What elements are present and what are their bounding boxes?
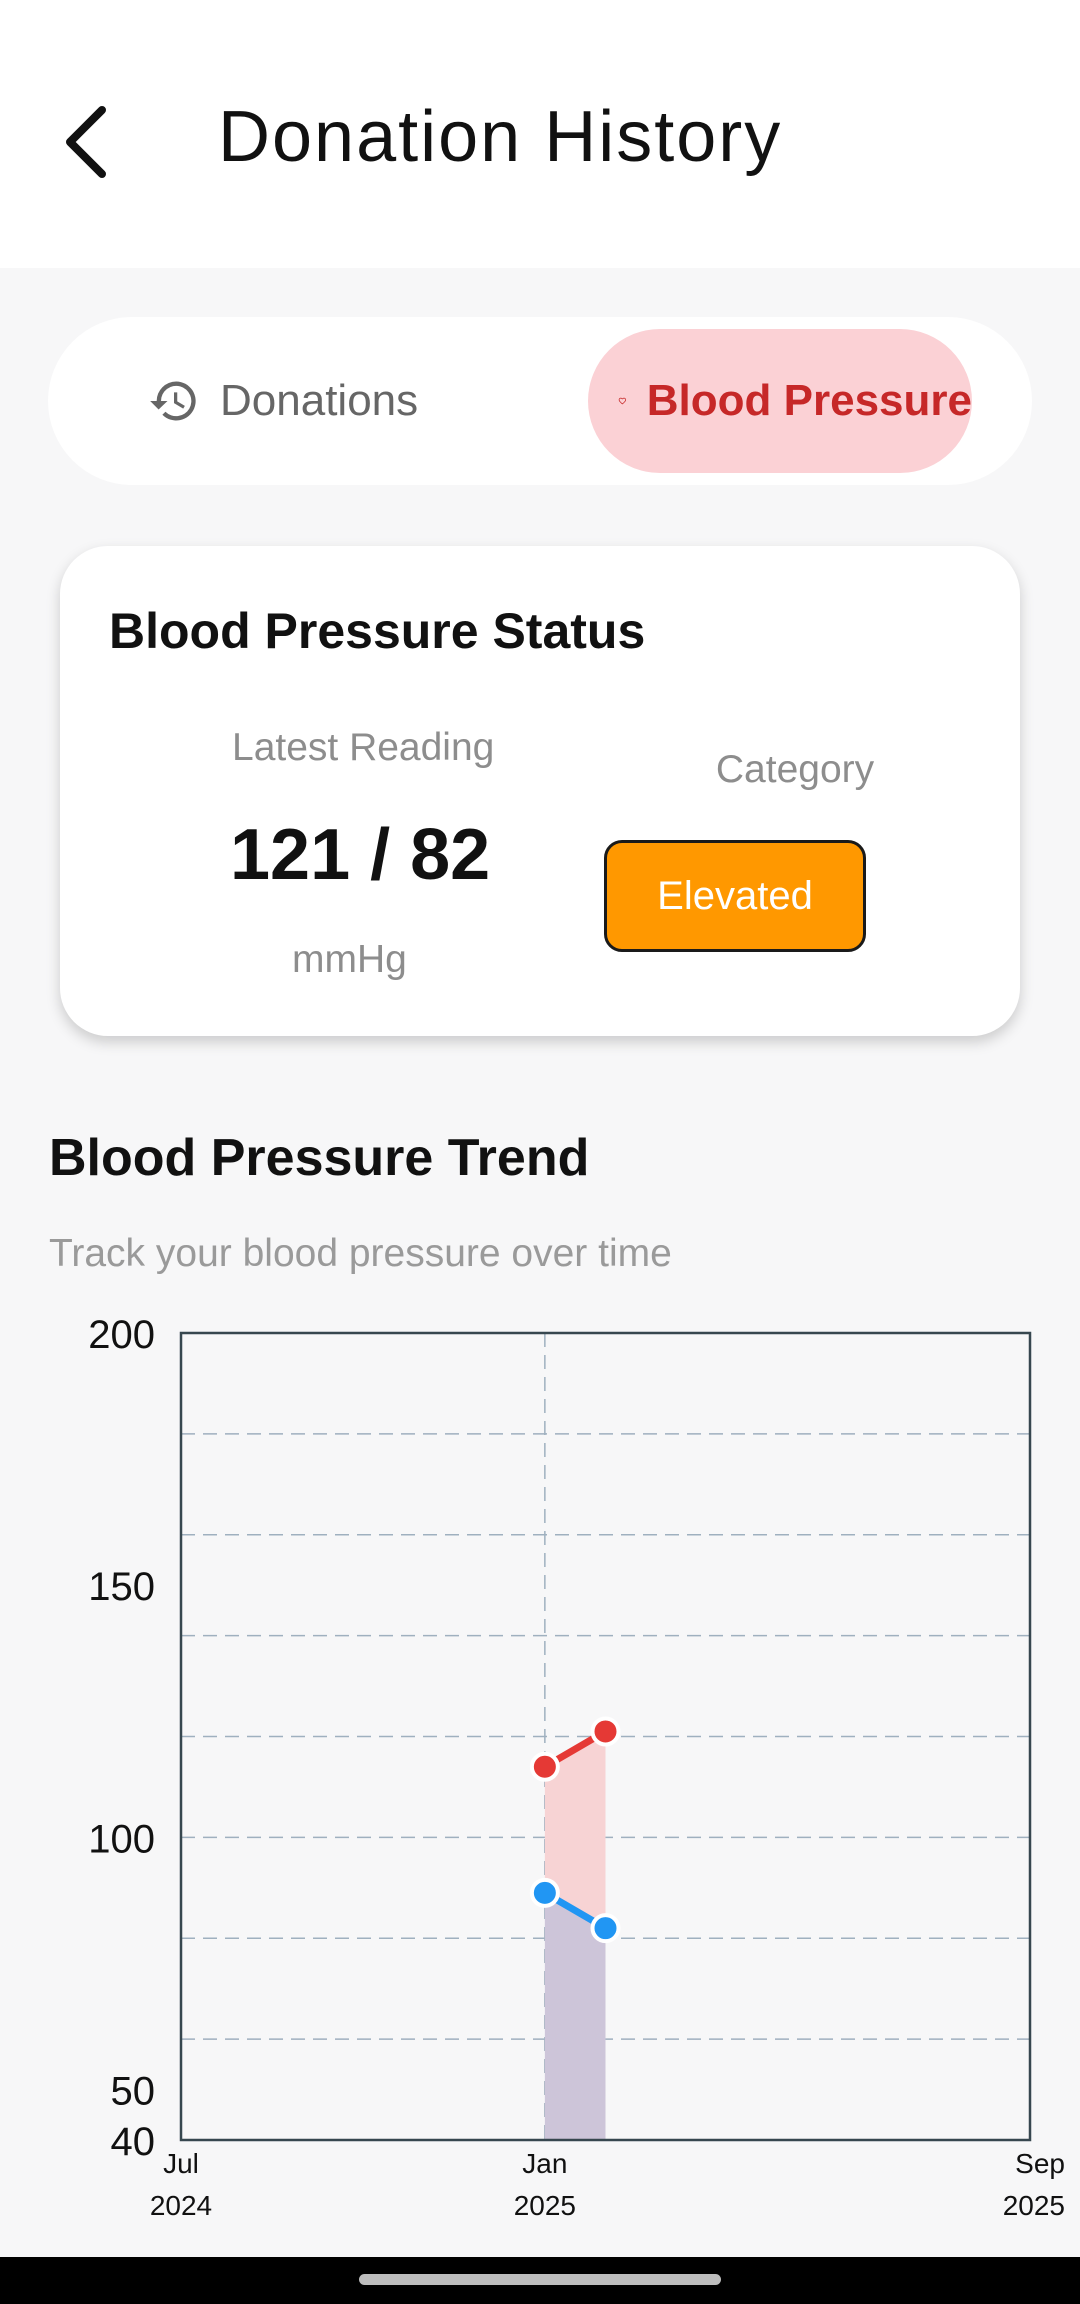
y-tick-label: 40	[111, 2120, 156, 2164]
heart-outline-icon	[618, 397, 627, 405]
system-nav-bar	[0, 2257, 1080, 2304]
y-tick-label: 200	[88, 1313, 155, 1357]
tab-donations-label: Donations	[220, 376, 419, 425]
status-card: Blood Pressure Status Latest Reading 121…	[60, 546, 1020, 1036]
card-title: Blood Pressure Status	[109, 603, 646, 659]
history-icon	[150, 381, 196, 421]
x-tick-label: Jan	[522, 2148, 567, 2179]
systolic-point	[529, 1751, 560, 1782]
x-tick-label: 2024	[150, 2190, 212, 2221]
category-label: Category	[715, 748, 875, 791]
category-badge: Elevated	[604, 840, 866, 952]
y-tick-label: 50	[111, 2070, 156, 2114]
x-tick-label: Jul	[163, 2148, 199, 2179]
segmented-tabs: Donations Blood Pressure	[48, 317, 1032, 485]
tab-blood-pressure-label: Blood Pressure	[646, 376, 972, 425]
latest-reading-value: 121 / 82	[230, 815, 491, 895]
app-bar: Donation History	[0, 0, 1080, 268]
x-tick-label: 2025	[514, 2190, 576, 2221]
systolic-point	[590, 1716, 621, 1747]
home-gesture-handle[interactable]	[359, 2274, 721, 2285]
page-title: Donation History	[218, 97, 783, 177]
y-tick-label: 100	[88, 1817, 155, 1861]
chart-svg: 200 150 100 50 40 Jul 2024 Jan 2025 Sep 2025	[88, 1313, 1065, 2221]
tab-donations[interactable]: Donations	[148, 329, 418, 473]
bp-trend-chart: 200 150 100 50 40 Jul 2024 Jan 2025 Sep 2025	[0, 1300, 1080, 2240]
back-button[interactable]	[48, 92, 128, 192]
trend-title: Blood Pressure Trend	[49, 1129, 590, 1187]
y-tick-label: 150	[88, 1565, 155, 1609]
chevron-left-icon	[66, 106, 106, 178]
trend-subtitle: Track your blood pressure over time	[49, 1232, 672, 1275]
x-tick-label: Sep	[1015, 2148, 1065, 2179]
latest-reading-label: Latest Reading	[232, 726, 495, 769]
diastolic-point	[529, 1877, 560, 1908]
tab-blood-pressure[interactable]: Blood Pressure	[588, 329, 972, 473]
diastolic-point	[590, 1913, 621, 1944]
x-tick-label: 2025	[1003, 2190, 1065, 2221]
